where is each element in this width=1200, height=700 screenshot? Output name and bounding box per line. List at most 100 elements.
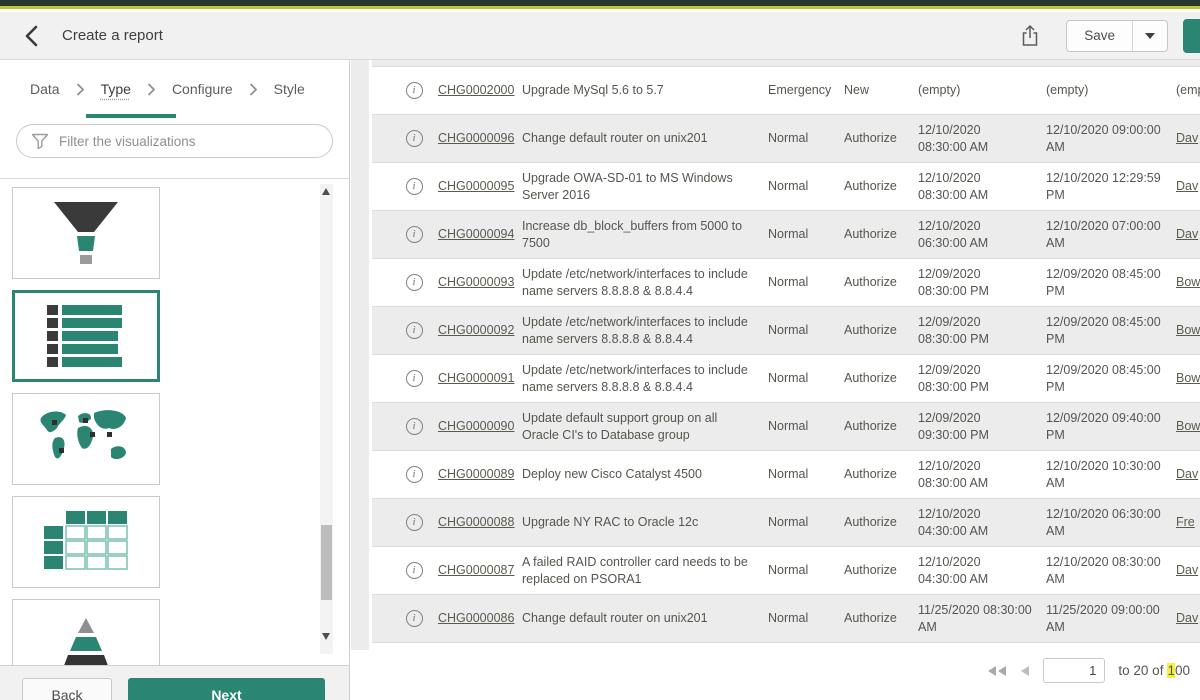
priority-value: Normal [768, 322, 844, 339]
scroll-up-icon[interactable] [322, 188, 330, 195]
table-row[interactable]: i CHG0000087 A failed RAID controller ca… [372, 547, 1200, 595]
filter-visualizations-input[interactable] [16, 124, 333, 158]
short-description: Change default router on unix201 [522, 610, 768, 627]
primary-action-button-partial[interactable] [1183, 19, 1200, 53]
scrollbar-thumb[interactable] [321, 525, 332, 600]
assigned-to-link[interactable]: Dav [1176, 466, 1200, 483]
short-description: Update default support group on all Orac… [522, 410, 768, 444]
short-description: Update /etc/network/interfaces to includ… [522, 314, 768, 348]
info-icon[interactable]: i [406, 82, 423, 99]
viz-option-table[interactable] [12, 496, 160, 588]
table-row[interactable]: i CHG0000089 Deploy new Cisco Catalyst 4… [372, 451, 1200, 499]
change-number-link[interactable]: CHG0000089 [438, 466, 522, 483]
app-header: Create a report Save [0, 12, 1200, 60]
table-row[interactable]: i CHG0000090 Update default support grou… [372, 403, 1200, 451]
total-count: 100 [1167, 663, 1190, 678]
assigned-to-link[interactable]: Dav [1176, 130, 1200, 147]
start-date: 11/25/2020 08:30:00 AM [918, 602, 1046, 636]
assigned-to-link[interactable]: Dav [1176, 610, 1200, 627]
table-row[interactable]: i CHG0000091 Update /etc/network/interfa… [372, 355, 1200, 403]
back-button[interactable]: Back [22, 678, 112, 700]
change-number-link[interactable]: CHG0000095 [438, 178, 522, 195]
assigned-to-link[interactable]: Dav [1176, 178, 1200, 195]
assigned-to-link[interactable]: Dav [1176, 226, 1200, 243]
priority-value: Normal [768, 418, 844, 435]
state-value: Authorize [844, 466, 918, 483]
previous-page-button[interactable] [1020, 665, 1030, 677]
assigned-to-link[interactable]: Dav [1176, 562, 1200, 579]
visualization-scrollbar[interactable] [320, 184, 333, 654]
viz-option-map[interactable] [12, 393, 160, 485]
change-number-link[interactable]: CHG0000086 [438, 610, 522, 627]
assigned-to-link[interactable]: Bow [1176, 418, 1200, 435]
row-info-cell: i [390, 370, 438, 387]
change-number-link[interactable]: CHG0000096 [438, 130, 522, 147]
funnel-chart-icon [42, 196, 130, 270]
table-row[interactable]: i CHG0002000 Upgrade MySql 5.6 to 5.7 Em… [372, 67, 1200, 115]
info-icon[interactable]: i [406, 274, 423, 291]
end-date: 12/10/2020 09:00:00 AM [1046, 122, 1176, 156]
save-button[interactable]: Save [1067, 21, 1133, 51]
end-date: 12/10/2020 06:30:00 AM [1046, 506, 1176, 540]
scroll-down-icon[interactable] [322, 633, 330, 640]
info-icon[interactable]: i [406, 466, 423, 483]
change-number-link[interactable]: CHG0000088 [438, 514, 522, 531]
priority-value: Normal [768, 226, 844, 243]
start-date: 12/10/2020 08:30:00 AM [918, 170, 1046, 204]
chevron-down-icon [1145, 33, 1155, 39]
end-date: 12/09/2020 08:45:00 PM [1046, 266, 1176, 300]
step-type[interactable]: Type [101, 81, 131, 97]
row-info-cell: i [390, 322, 438, 339]
state-value: Authorize [844, 274, 918, 291]
viz-option-list[interactable] [12, 290, 160, 382]
info-icon[interactable]: i [406, 130, 423, 147]
info-icon[interactable]: i [406, 418, 423, 435]
change-number-link[interactable]: CHG0000093 [438, 274, 522, 291]
change-number-link[interactable]: CHG0000092 [438, 322, 522, 339]
state-value: Authorize [844, 514, 918, 531]
assigned-to-link[interactable]: Bow [1176, 370, 1200, 387]
table-row[interactable]: i CHG0000092 Update /etc/network/interfa… [372, 307, 1200, 355]
assigned-to-link[interactable]: Fre [1176, 514, 1200, 531]
step-data[interactable]: Data [30, 81, 60, 97]
change-number-link[interactable]: CHG0000087 [438, 562, 522, 579]
step-configure[interactable]: Configure [172, 81, 233, 97]
table-row[interactable]: i CHG0000086 Change default router on un… [372, 595, 1200, 643]
page-number-input[interactable] [1043, 658, 1105, 683]
info-icon[interactable]: i [406, 178, 423, 195]
first-page-button[interactable] [987, 665, 1007, 677]
viz-option-funnel[interactable] [12, 187, 160, 279]
info-icon[interactable]: i [406, 322, 423, 339]
info-icon[interactable]: i [406, 226, 423, 243]
table-row[interactable]: i CHG0000096 Change default router on un… [372, 115, 1200, 163]
back-navigation-button[interactable] [18, 23, 44, 49]
row-info-cell: i [390, 130, 438, 147]
change-number-link[interactable]: CHG0000094 [438, 226, 522, 243]
info-icon[interactable]: i [406, 370, 423, 387]
priority-value: Normal [768, 274, 844, 291]
info-icon[interactable]: i [406, 562, 423, 579]
table-row[interactable]: i CHG0000094 Increase db_block_buffers f… [372, 211, 1200, 259]
visualization-filter [16, 124, 333, 158]
change-number-link[interactable]: CHG0000091 [438, 370, 522, 387]
assigned-to-link[interactable]: Bow [1176, 322, 1200, 339]
assigned-to-link[interactable]: Bow [1176, 274, 1200, 291]
change-number-link[interactable]: CHG0002000 [438, 82, 522, 99]
start-date: 12/10/2020 04:30:00 AM [918, 554, 1046, 588]
change-number-link[interactable]: CHG0000090 [438, 418, 522, 435]
info-icon[interactable]: i [406, 610, 423, 627]
next-button[interactable]: Next [128, 678, 325, 700]
share-button[interactable] [1020, 24, 1040, 48]
table-row[interactable]: i CHG0000095 Upgrade OWA-SD-01 to MS Win… [372, 163, 1200, 211]
viz-option-pyramid[interactable] [12, 599, 160, 665]
info-icon[interactable]: i [406, 514, 423, 531]
row-info-cell: i [390, 82, 438, 99]
brand-top-strip [0, 0, 1200, 9]
save-dropdown-button[interactable] [1133, 21, 1167, 51]
table-row[interactable]: i CHG0000088 Upgrade NY RAC to Oracle 12… [372, 499, 1200, 547]
short-description: Update /etc/network/interfaces to includ… [522, 266, 768, 300]
range-text: to 20 of [1118, 663, 1163, 678]
table-row[interactable]: i CHG0000093 Update /etc/network/interfa… [372, 259, 1200, 307]
step-style[interactable]: Style [274, 81, 305, 97]
assigned-to-link[interactable]: (empty) [1176, 82, 1200, 99]
